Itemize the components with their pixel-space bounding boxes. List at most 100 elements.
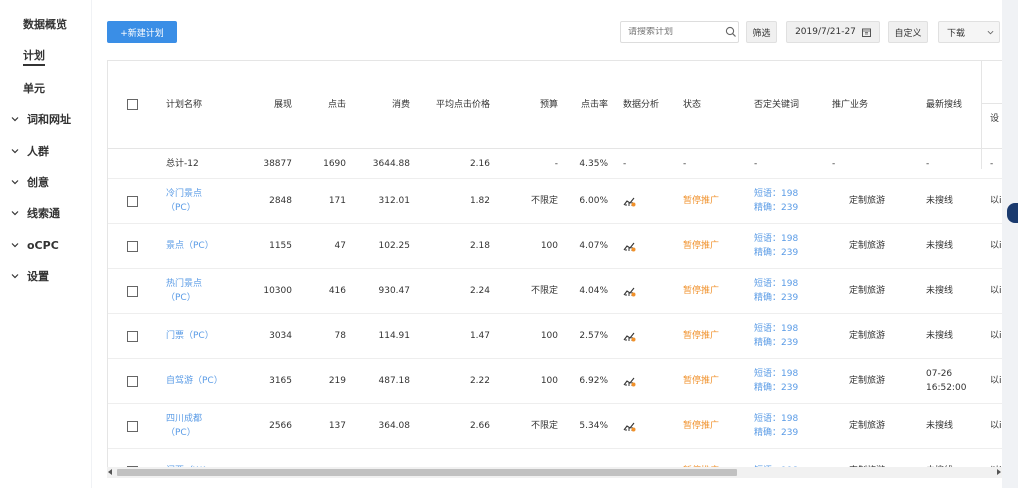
header-name[interactable]: 计划名称: [166, 61, 246, 148]
row-checkbox[interactable]: [126, 240, 138, 252]
sidebar-item-settings[interactable]: 设置: [0, 264, 91, 288]
extra-cell: 以i: [990, 421, 1002, 431]
negative-kw-cell: 短语：198 精确：239: [754, 404, 814, 448]
row-checkbox[interactable]: [126, 375, 138, 387]
new-plan-button[interactable]: +新建计划: [107, 21, 177, 43]
scroll-left-icon[interactable]: [108, 469, 112, 475]
trend-chart-icon[interactable]: [623, 179, 643, 223]
sidebar-item-plan[interactable]: 计划: [0, 44, 91, 68]
horizontal-scrollbar[interactable]: [107, 467, 1002, 478]
header-cost[interactable]: 消费: [370, 61, 410, 148]
cost-cell: 102.25: [378, 241, 411, 251]
status-cell[interactable]: 暂停推广: [683, 404, 733, 448]
negative-kw-phrase-link[interactable]: 短语：198: [754, 367, 798, 381]
search-input[interactable]: [628, 27, 723, 37]
custom-button[interactable]: 自定义: [888, 21, 928, 43]
total-ctr: 4.35%: [579, 158, 608, 169]
budget-cell[interactable]: 不限定: [510, 179, 558, 223]
date-range-button[interactable]: 2019/7/21-27: [786, 21, 880, 43]
business-cell: 定制旅游: [848, 196, 885, 206]
negative-kw-phrase-link[interactable]: 短语：198: [754, 277, 798, 291]
scroll-right-icon[interactable]: [997, 469, 1001, 475]
business-cell: 定制旅游: [848, 421, 885, 431]
floating-help-button[interactable]: [1007, 203, 1018, 223]
trend-chart-icon[interactable]: [623, 404, 643, 448]
row-checkbox[interactable]: [126, 285, 138, 297]
plan-name-link[interactable]: 四川成都（PC）: [166, 412, 222, 440]
negative-kw-exact-link[interactable]: 精确：239: [754, 291, 798, 305]
extra-cell: 以i: [990, 376, 1002, 386]
status-cell[interactable]: 暂停推广: [683, 359, 733, 403]
header-clicks[interactable]: 点击: [308, 61, 346, 148]
status-cell[interactable]: 暂停推广: [683, 224, 733, 268]
plan-name-link[interactable]: 自驾游（PC）: [166, 374, 223, 388]
header-budget[interactable]: 预算: [520, 61, 558, 148]
chevron-down-icon: [10, 115, 20, 123]
sidebar-item-audience[interactable]: 人群: [0, 139, 91, 163]
budget-cell[interactable]: 100: [510, 359, 558, 403]
avg-cpc-cell: 1.47: [469, 331, 490, 341]
download-dropdown[interactable]: 下载: [938, 21, 1000, 43]
negative-kw-exact-link[interactable]: 精确：239: [754, 246, 798, 260]
sidebar-item-label: 线索通: [27, 207, 60, 220]
chevron-down-icon: [987, 30, 994, 34]
total-status: -: [683, 158, 687, 169]
negative-kw-exact-link[interactable]: 精确：239: [754, 201, 798, 215]
sidebar-item-creative[interactable]: 创意: [0, 170, 91, 194]
budget-cell[interactable]: 100: [510, 224, 558, 268]
trend-chart-icon[interactable]: [623, 359, 643, 403]
avg-cpc-cell: 2.24: [469, 286, 490, 296]
impressions-cell: 3034: [269, 331, 292, 341]
negative-kw-exact-link[interactable]: 精确：239: [754, 336, 798, 350]
negative-kw-exact-link[interactable]: 精确：239: [754, 426, 798, 440]
impressions-cell: 3165: [269, 376, 292, 386]
business-cell: 定制旅游: [848, 286, 885, 296]
negative-kw-phrase-link[interactable]: 短语：198: [754, 412, 798, 426]
avg-cpc-cell: 2.66: [469, 421, 490, 431]
header-ctr[interactable]: 点击率: [568, 61, 608, 148]
negative-kw-phrase-link[interactable]: 短语：198: [754, 187, 798, 201]
scrollbar-thumb[interactable]: [117, 469, 737, 476]
plan-name-link[interactable]: 冷门景点（PC）: [166, 187, 222, 215]
impressions-cell: 1155: [269, 241, 292, 251]
sidebar-item-label: 创意: [27, 176, 49, 189]
ctr-cell: 5.34%: [579, 421, 608, 431]
cost-cell: 930.47: [378, 286, 411, 296]
negative-kw-exact-link[interactable]: 精确：239: [754, 381, 798, 395]
row-checkbox[interactable]: [126, 330, 138, 342]
trend-chart-icon[interactable]: [623, 269, 643, 313]
negative-kw-phrase-link[interactable]: 短语：198: [754, 232, 798, 246]
cost-cell: 114.91: [378, 331, 411, 341]
header-avg-cpc[interactable]: 平均点击价格: [410, 61, 490, 148]
plan-table: 计划名称 展现 点击 消费 平均点击价格 预算 点击率 数据分析 状态 否定关键…: [107, 60, 1002, 478]
table-row: 自驾游（PC） 3165 219 487.18 2.22 100 6.92% 暂停推广 短语：1…: [108, 359, 1002, 404]
avg-cpc-cell: 2.22: [469, 376, 490, 386]
budget-cell[interactable]: 不限定: [510, 404, 558, 448]
sidebar-item-leads[interactable]: 线索通: [0, 201, 91, 225]
filter-button[interactable]: 筛选: [746, 21, 777, 43]
trend-chart-icon[interactable]: [623, 314, 643, 358]
plan-name-link[interactable]: 热门景点（PC）: [166, 277, 222, 305]
status-cell[interactable]: 暂停推广: [683, 179, 733, 223]
negative-kw-phrase-link[interactable]: 短语：198: [754, 322, 798, 336]
sidebar-item-overview[interactable]: 数据概览: [0, 12, 91, 36]
sidebar-item-ocpc[interactable]: oCPC: [0, 233, 91, 257]
status-cell[interactable]: 暂停推广: [683, 314, 733, 358]
total-impressions: 38877: [263, 158, 292, 169]
trend-chart-icon[interactable]: [623, 224, 643, 268]
status-cell[interactable]: 暂停推广: [683, 269, 733, 313]
plan-name-link[interactable]: 景点（PC）: [166, 239, 222, 253]
ctr-cell: 4.07%: [579, 241, 608, 251]
main-panel: +新建计划 筛选 2019/7/21-27 自定义 下载 计划名称 展现 点击 …: [92, 0, 1002, 488]
budget-cell[interactable]: 100: [510, 314, 558, 358]
sidebar-item-unit[interactable]: 单元: [0, 76, 91, 100]
select-all-checkbox[interactable]: [126, 99, 138, 110]
row-checkbox[interactable]: [126, 195, 138, 207]
header-impressions[interactable]: 展现: [252, 61, 292, 148]
row-checkbox[interactable]: [126, 420, 138, 432]
sidebar-item-keywords[interactable]: 词和网址: [0, 107, 91, 131]
budget-cell[interactable]: 不限定: [510, 269, 558, 313]
search-icon[interactable]: [725, 26, 737, 38]
right-gutter: [1002, 0, 1018, 488]
plan-name-link[interactable]: 门票（PC）: [166, 329, 222, 343]
